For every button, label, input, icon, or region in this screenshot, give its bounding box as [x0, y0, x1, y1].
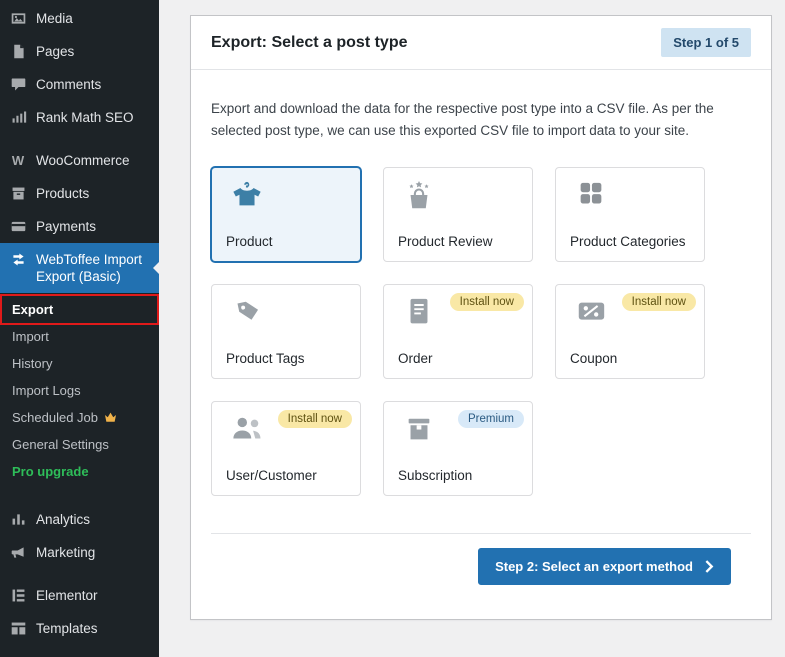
- admin-content: Export: Select a post type Step 1 of 5 E…: [159, 0, 785, 657]
- sidebar-item-comments[interactable]: Comments: [0, 68, 159, 101]
- premium-badge[interactable]: Premium: [458, 410, 524, 428]
- step-badge: Step 1 of 5: [661, 28, 751, 57]
- submenu-item-label: General Settings: [12, 437, 109, 452]
- tag-icon: [226, 297, 346, 333]
- sidebar-item-label: Templates: [36, 620, 98, 637]
- submenu-item-label: Export: [12, 302, 53, 317]
- sidebar-item-analytics[interactable]: Analytics: [0, 503, 159, 536]
- post-type-label: Coupon: [570, 351, 690, 366]
- submenu-item-label: Pro upgrade: [12, 464, 89, 479]
- active-menu-arrow: [146, 261, 160, 275]
- analytics-icon: [9, 511, 27, 528]
- tshirt-icon: [226, 180, 346, 216]
- templates-icon: [9, 620, 27, 637]
- export-card-header: Export: Select a post type Step 1 of 5: [191, 16, 771, 70]
- sidebar-separator: [0, 134, 159, 144]
- payments-icon: [9, 218, 27, 235]
- next-step-button[interactable]: Step 2: Select an export method: [478, 548, 731, 585]
- post-type-label: User/Customer: [226, 468, 346, 483]
- sidebar-item-label: WooCommerce: [36, 152, 130, 169]
- post-type-label: Subscription: [398, 468, 518, 483]
- post-type-label: Product Tags: [226, 351, 346, 366]
- admin-sidebar: Media Pages Comments Rank Math SEO W Woo…: [0, 0, 159, 657]
- sidebar-item-label: Payments: [36, 218, 96, 235]
- install-now-badge[interactable]: Install now: [622, 293, 696, 311]
- sidebar-item-label: Media: [36, 10, 73, 27]
- sidebar-item-media[interactable]: Media: [0, 2, 159, 35]
- export-card: Export: Select a post type Step 1 of 5 E…: [190, 15, 772, 620]
- rank-math-icon: [9, 109, 27, 126]
- sidebar-item-pages[interactable]: Pages: [0, 35, 159, 68]
- sidebar-item-label: Elementor: [36, 587, 98, 604]
- post-type-grid: Product Product Review Product Categorie…: [211, 167, 751, 496]
- sidebar-item-elementor[interactable]: Elementor: [0, 579, 159, 612]
- post-type-label: Product Categories: [570, 234, 690, 249]
- post-type-card-coupon[interactable]: Install now Coupon: [555, 284, 705, 379]
- post-type-card-subscription[interactable]: Premium Subscription: [383, 401, 533, 496]
- sidebar-item-label: Rank Math SEO: [36, 109, 134, 126]
- sidebar-item-label: Analytics: [36, 511, 90, 528]
- export-card-footer: Step 2: Select an export method: [211, 533, 751, 599]
- sidebar-separator: [0, 569, 159, 579]
- webtoffee-submenu: Export Import History Import Logs Schedu…: [0, 293, 159, 493]
- page-title: Export: Select a post type: [211, 34, 408, 52]
- categories-grid-icon: [570, 180, 690, 216]
- sidebar-item-label: WebToffee Import Export (Basic): [36, 251, 151, 285]
- submenu-item-pro-upgrade[interactable]: Pro upgrade: [0, 458, 159, 485]
- comments-icon: [9, 76, 27, 93]
- post-type-card-product-categories[interactable]: Product Categories: [555, 167, 705, 262]
- sidebar-item-woocommerce[interactable]: W WooCommerce: [0, 144, 159, 177]
- sidebar-item-label: Comments: [36, 76, 101, 93]
- premium-crown-icon: [104, 412, 117, 423]
- chevron-right-icon: [705, 560, 714, 573]
- submenu-item-label: Import: [12, 329, 49, 344]
- post-type-card-product[interactable]: Product: [211, 167, 361, 262]
- submenu-item-label: History: [12, 356, 52, 371]
- post-type-label: Product: [226, 234, 346, 249]
- sidebar-item-rank-math-seo[interactable]: Rank Math SEO: [0, 101, 159, 134]
- sidebar-item-label: Marketing: [36, 544, 95, 561]
- submenu-item-label: Import Logs: [12, 383, 81, 398]
- elementor-icon: [9, 587, 27, 604]
- post-type-card-product-review[interactable]: Product Review: [383, 167, 533, 262]
- post-type-card-order[interactable]: Install now Order: [383, 284, 533, 379]
- woocommerce-icon: W: [9, 152, 27, 169]
- install-now-badge[interactable]: Install now: [450, 293, 524, 311]
- products-icon: [9, 185, 27, 202]
- export-card-body: Export and download the data for the res…: [191, 70, 771, 619]
- sidebar-item-label: Pages: [36, 43, 74, 60]
- submenu-item-history[interactable]: History: [0, 350, 159, 377]
- submenu-item-import-logs[interactable]: Import Logs: [0, 377, 159, 404]
- sidebar-item-payments[interactable]: Payments: [0, 210, 159, 243]
- media-icon: [9, 10, 27, 27]
- star-bag-icon: [398, 180, 518, 216]
- submenu-item-scheduled-job[interactable]: Scheduled Job: [0, 404, 159, 431]
- sidebar-separator: [0, 493, 159, 503]
- submenu-item-import[interactable]: Import: [0, 323, 159, 350]
- sidebar-item-templates[interactable]: Templates: [0, 612, 159, 645]
- sidebar-item-webtoffee-import-export[interactable]: WebToffee Import Export (Basic): [0, 243, 159, 293]
- marketing-icon: [9, 544, 27, 561]
- export-description: Export and download the data for the res…: [211, 98, 751, 143]
- submenu-item-label: Scheduled Job: [12, 410, 98, 425]
- sidebar-item-label: Products: [36, 185, 89, 202]
- submenu-item-export[interactable]: Export: [0, 296, 159, 323]
- post-type-label: Order: [398, 351, 518, 366]
- submenu-item-general-settings[interactable]: General Settings: [0, 431, 159, 458]
- install-now-badge[interactable]: Install now: [278, 410, 352, 428]
- post-type-card-product-tags[interactable]: Product Tags: [211, 284, 361, 379]
- import-export-icon: [9, 251, 27, 268]
- sidebar-item-marketing[interactable]: Marketing: [0, 536, 159, 569]
- pages-icon: [9, 43, 27, 60]
- next-step-label: Step 2: Select an export method: [495, 559, 693, 574]
- sidebar-item-products[interactable]: Products: [0, 177, 159, 210]
- post-type-card-user-customer[interactable]: Install now User/Customer: [211, 401, 361, 496]
- post-type-label: Product Review: [398, 234, 518, 249]
